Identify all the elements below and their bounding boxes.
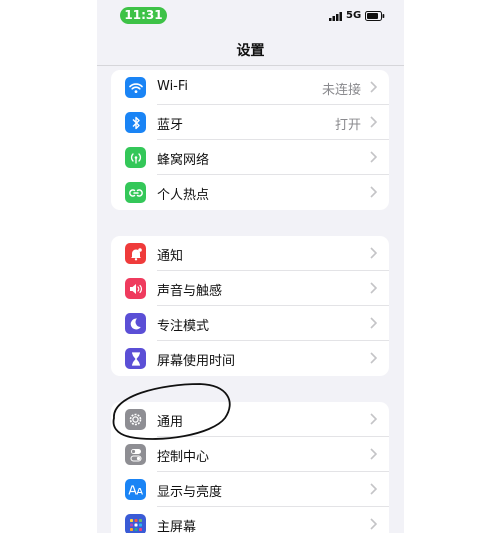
- settings-row-hotspot[interactable]: 个人热点: [111, 175, 389, 210]
- settings-row-label: 蜂窝网络: [157, 153, 210, 168]
- toggles-icon: [125, 444, 146, 465]
- chevron-right-icon: [370, 413, 377, 425]
- settings-row-bluetooth[interactable]: 蓝牙 打开: [111, 105, 389, 140]
- settings-row-label: 控制中心: [157, 450, 210, 465]
- sound-icon: [125, 278, 146, 299]
- settings-row-wifi[interactable]: Wi-Fi 未连接: [111, 70, 389, 105]
- cellular-icon: [125, 147, 146, 168]
- settings-row-value: 打开: [334, 118, 361, 133]
- settings-row-label: 显示与亮度: [157, 485, 223, 500]
- settings-row-home-screen[interactable]: 主屏幕: [111, 507, 389, 533]
- home-screen-icon: [125, 514, 146, 533]
- battery-icon: [365, 11, 385, 21]
- settings-row-label: Wi-Fi: [157, 79, 189, 94]
- settings-row-control-center[interactable]: 控制中心: [111, 437, 389, 472]
- display-icon: [125, 479, 146, 500]
- settings-row-display[interactable]: 显示与亮度: [111, 472, 389, 507]
- chevron-right-icon: [370, 151, 377, 163]
- settings-group-attention: 通知 声音与触感 专注模式 屏幕使用时间: [111, 236, 389, 376]
- settings-row-label: 屏幕使用时间: [157, 354, 236, 369]
- chevron-right-icon: [370, 186, 377, 198]
- settings-screen: 11:31 5G 设置 Wi-Fi 未连接 蓝牙 打开 蜂窝网络 个人热点 通知…: [97, 0, 404, 533]
- settings-row-label: 通知: [157, 249, 184, 264]
- chevron-right-icon: [370, 352, 377, 364]
- settings-row-sound[interactable]: 声音与触感: [111, 271, 389, 306]
- settings-row-label: 声音与触感: [157, 284, 223, 299]
- gear-icon: [125, 409, 146, 430]
- settings-row-focus[interactable]: 专注模式: [111, 306, 389, 341]
- settings-group-general: 通用 控制中心 显示与亮度 主屏幕: [111, 402, 389, 533]
- network-type: 5G: [346, 10, 362, 21]
- wifi-icon: [125, 77, 146, 98]
- status-bar: 11:31 5G: [97, 0, 404, 32]
- settings-row-general[interactable]: 通用: [111, 402, 389, 437]
- settings-row-label: 专注模式: [157, 319, 210, 334]
- chevron-right-icon: [370, 247, 377, 259]
- hourglass-icon: [125, 348, 146, 369]
- chevron-right-icon: [370, 81, 377, 93]
- chevron-right-icon: [370, 448, 377, 460]
- bluetooth-icon: [125, 112, 146, 133]
- chevron-right-icon: [370, 317, 377, 329]
- settings-row-label: 主屏幕: [157, 520, 197, 533]
- header-divider: [97, 65, 404, 66]
- settings-row-notifications[interactable]: 通知: [111, 236, 389, 271]
- settings-row-label: 个人热点: [157, 188, 210, 203]
- chevron-right-icon: [370, 483, 377, 495]
- chevron-right-icon: [370, 282, 377, 294]
- notifications-icon: [125, 243, 146, 264]
- settings-row-value: 未连接: [321, 83, 361, 98]
- signal-icon: [329, 12, 342, 21]
- moon-icon: [125, 313, 146, 334]
- settings-row-label: 蓝牙: [157, 118, 184, 133]
- settings-row-label: 通用: [157, 415, 184, 430]
- page-title: 设置: [236, 43, 265, 59]
- chevron-right-icon: [370, 518, 377, 530]
- hotspot-icon: [125, 182, 146, 203]
- settings-group-connectivity: Wi-Fi 未连接 蓝牙 打开 蜂窝网络 个人热点: [111, 70, 389, 210]
- status-time: 11:31: [120, 7, 167, 24]
- settings-row-cellular[interactable]: 蜂窝网络: [111, 140, 389, 175]
- settings-row-screen-time[interactable]: 屏幕使用时间: [111, 341, 389, 376]
- chevron-right-icon: [370, 116, 377, 128]
